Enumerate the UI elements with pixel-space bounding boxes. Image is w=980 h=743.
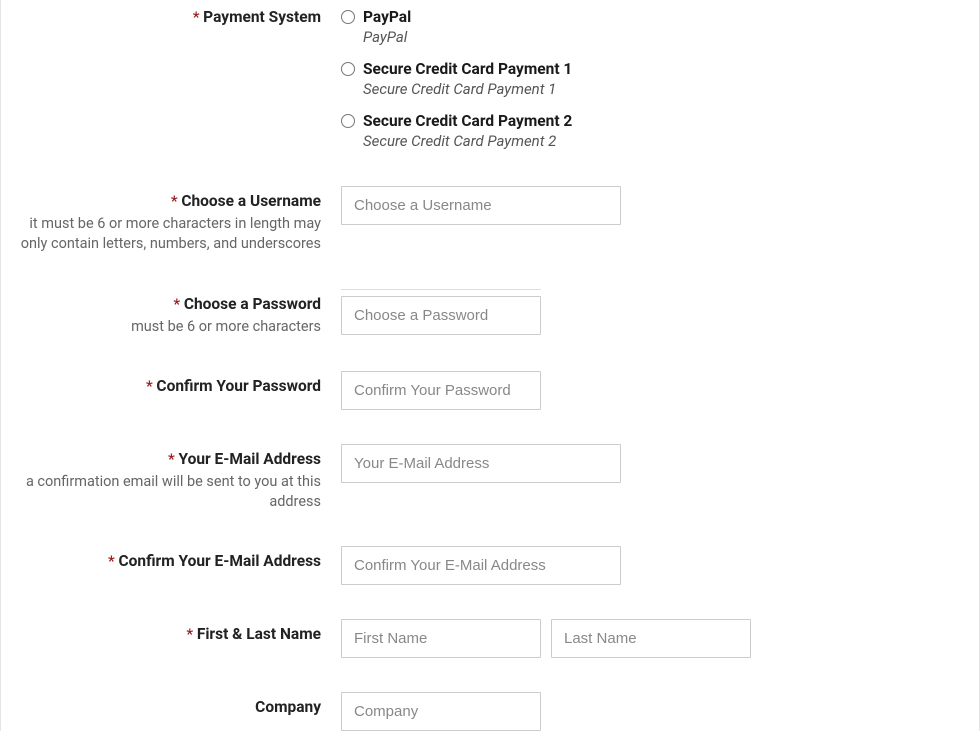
payment-option-subtitle: Secure Credit Card Payment 2 <box>363 132 979 150</box>
email-row: * Your E-Mail Address a confirmation ema… <box>1 444 979 513</box>
username-input[interactable] <box>341 186 621 225</box>
payment-system-label: Payment System <box>203 8 321 26</box>
name-fields <box>341 619 979 658</box>
confirm-password-label-col: * Confirm Your Password <box>1 371 341 395</box>
email-hint: a confirmation email will be sent to you… <box>1 472 321 513</box>
password-input[interactable] <box>341 296 541 335</box>
name-row: * First & Last Name <box>1 619 979 658</box>
confirm-password-input-col <box>341 371 979 410</box>
email-input-col <box>341 444 979 483</box>
payment-option-title: PayPal <box>363 8 411 26</box>
required-asterisk: * <box>186 625 193 643</box>
confirm-email-row: * Confirm Your E-Mail Address <box>1 546 979 585</box>
first-name-input[interactable] <box>341 619 541 658</box>
password-row: * Choose a Password must be 6 or more ch… <box>1 289 979 337</box>
password-input-col <box>341 289 979 335</box>
required-asterisk: * <box>108 552 115 570</box>
required-asterisk: * <box>171 192 178 210</box>
payment-option-paypal: PayPal PayPal <box>341 8 979 46</box>
payment-option-title: Secure Credit Card Payment 1 <box>363 60 572 78</box>
payment-radio-cc1-input[interactable] <box>341 62 355 76</box>
company-label: Company <box>255 698 321 716</box>
confirm-email-label: Confirm Your E-Mail Address <box>119 552 322 570</box>
payment-option-subtitle: PayPal <box>363 28 979 46</box>
username-hint: it must be 6 or more characters in lengt… <box>1 214 321 255</box>
payment-option-cc2: Secure Credit Card Payment 2 Secure Cred… <box>341 112 979 150</box>
password-hint: must be 6 or more characters <box>1 317 321 337</box>
password-label: Choose a Password <box>184 295 321 313</box>
confirm-password-label: Confirm Your Password <box>156 377 321 395</box>
email-label: Your E-Mail Address <box>178 450 321 468</box>
required-asterisk: * <box>193 8 200 26</box>
username-label-col: * Choose a Username it must be 6 or more… <box>1 186 341 255</box>
payment-system-row: * Payment System PayPal PayPal Secure Cr… <box>1 8 979 150</box>
payment-option-title: Secure Credit Card Payment 2 <box>363 112 572 130</box>
payment-radio-cc2[interactable]: Secure Credit Card Payment 2 <box>341 112 979 130</box>
required-asterisk: * <box>146 377 153 395</box>
payment-option-cc1: Secure Credit Card Payment 1 Secure Cred… <box>341 60 979 98</box>
name-label-col: * First & Last Name <box>1 619 341 643</box>
username-label: Choose a Username <box>181 192 321 210</box>
email-label-col: * Your E-Mail Address a confirmation ema… <box>1 444 341 513</box>
company-label-col: Company <box>1 692 341 716</box>
password-separator <box>341 289 541 290</box>
password-label-col: * Choose a Password must be 6 or more ch… <box>1 289 341 337</box>
required-asterisk: * <box>168 450 175 468</box>
confirm-email-label-col: * Confirm Your E-Mail Address <box>1 546 341 570</box>
payment-option-subtitle: Secure Credit Card Payment 1 <box>363 80 979 98</box>
required-asterisk: * <box>173 295 180 313</box>
username-row: * Choose a Username it must be 6 or more… <box>1 186 979 255</box>
payment-system-options: PayPal PayPal Secure Credit Card Payment… <box>341 8 979 150</box>
last-name-input[interactable] <box>551 619 751 658</box>
payment-radio-cc2-input[interactable] <box>341 114 355 128</box>
username-input-col <box>341 186 979 225</box>
confirm-password-input[interactable] <box>341 371 541 410</box>
payment-radio-paypal-input[interactable] <box>341 10 355 24</box>
payment-radio-cc1[interactable]: Secure Credit Card Payment 1 <box>341 60 979 78</box>
name-input-col <box>341 619 979 658</box>
confirm-email-input[interactable] <box>341 546 621 585</box>
confirm-password-row: * Confirm Your Password <box>1 371 979 410</box>
confirm-email-input-col <box>341 546 979 585</box>
payment-system-label-col: * Payment System <box>1 8 341 26</box>
payment-radio-paypal[interactable]: PayPal <box>341 8 979 26</box>
email-input[interactable] <box>341 444 621 483</box>
name-label: First & Last Name <box>197 625 321 643</box>
